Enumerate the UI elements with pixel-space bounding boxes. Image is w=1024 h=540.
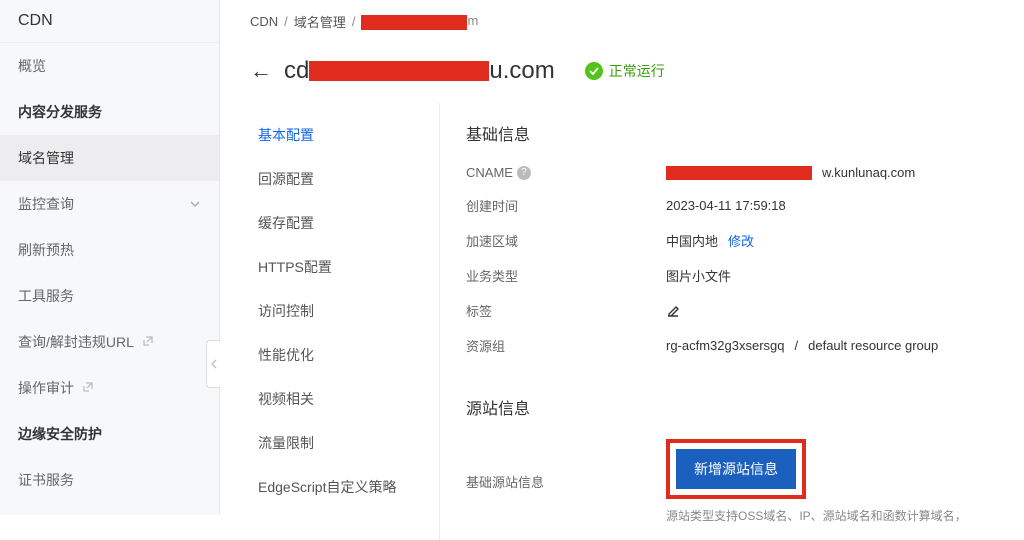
redacted-text — [361, 15, 467, 30]
help-icon[interactable]: ? — [517, 166, 531, 180]
sidebar: CDN 概览 内容分发服务 域名管理 监控查询 刷新预热 工具服务 查询/解封违… — [0, 0, 220, 515]
tab-perf[interactable]: 性能优化 — [250, 333, 439, 377]
page-title: cdu.com — [284, 57, 555, 85]
sidebar-item-tools[interactable]: 工具服务 — [0, 273, 219, 319]
sidebar-item-refresh[interactable]: 刷新预热 — [0, 227, 219, 273]
breadcrumb-current: m — [361, 13, 478, 29]
row-tag: 标签 — [466, 301, 994, 320]
sidebar-item-domain[interactable]: 域名管理 — [0, 135, 219, 181]
product-name: CDN — [0, 0, 219, 43]
tab-traffic[interactable]: 流量限制 — [250, 421, 439, 465]
tab-access[interactable]: 访问控制 — [250, 289, 439, 333]
row-source-basic: 基础源站信息 新增源站信息 源站类型支持OSS域名、IP、源站域名和函数计算域名… — [466, 439, 994, 524]
status-badge: 正常运行 — [585, 61, 665, 81]
row-region: 加速区域 中国内地 修改 — [466, 231, 994, 250]
sidebar-item-overview[interactable]: 概览 — [0, 43, 219, 89]
source-hint: 源站类型支持OSS域名、IP、源站域名和函数计算域名， — [666, 507, 967, 524]
chevron-left-icon — [210, 358, 218, 370]
add-source-button[interactable]: 新增源站信息 — [676, 449, 796, 489]
config-tabs: 基本配置 回源配置 缓存配置 HTTPS配置 访问控制 性能优化 视频相关 流量… — [250, 103, 440, 540]
sidebar-collapse-toggle[interactable] — [206, 340, 220, 388]
sidebar-item-violation-url[interactable]: 查询/解封违规URL — [0, 319, 219, 365]
tab-video[interactable]: 视频相关 — [250, 377, 439, 421]
tab-basic[interactable]: 基本配置 — [250, 113, 439, 157]
main-area: CDN / 域名管理 / m ← cdu.com 正常运行 — [220, 0, 1024, 515]
breadcrumb-cdn[interactable]: CDN — [250, 14, 278, 29]
breadcrumb-domain[interactable]: 域名管理 — [294, 12, 346, 31]
redacted-text — [666, 166, 812, 180]
tab-origin[interactable]: 回源配置 — [250, 157, 439, 201]
highlight-box: 新增源站信息 — [666, 439, 806, 499]
breadcrumb: CDN / 域名管理 / m — [250, 0, 994, 43]
source-info-title: 源站信息 — [466, 395, 994, 419]
sidebar-item-audit[interactable]: 操作审计 — [0, 365, 219, 411]
sidebar-section-security: 边缘安全防护 — [0, 411, 219, 457]
tab-https[interactable]: HTTPS配置 — [250, 245, 439, 289]
edit-icon[interactable] — [666, 304, 680, 318]
sidebar-item-cert[interactable]: 证书服务 — [0, 457, 219, 503]
redacted-text — [309, 61, 489, 81]
row-created: 创建时间 2023-04-11 17:59:18 — [466, 196, 994, 215]
check-circle-icon — [585, 62, 603, 80]
external-link-icon — [142, 335, 154, 347]
external-link-icon — [82, 381, 94, 393]
tab-cache[interactable]: 缓存配置 — [250, 201, 439, 245]
row-cname: CNAME? w.kunlunaq.com — [466, 165, 994, 180]
sidebar-item-monitor[interactable]: 监控查询 — [0, 181, 219, 227]
chevron-down-icon — [189, 198, 201, 210]
basic-info-title: 基础信息 — [466, 121, 994, 145]
sidebar-section-cdn: 内容分发服务 — [0, 89, 219, 135]
back-button[interactable]: ← — [250, 60, 272, 82]
row-resource-group: 资源组 rg-acfm32g3xsersgq / default resourc… — [466, 336, 994, 355]
detail-panel: 基础信息 CNAME? w.kunlunaq.com 创建时间 2023-04-… — [440, 103, 994, 540]
page-header: ← cdu.com 正常运行 — [250, 43, 994, 103]
row-biz: 业务类型 图片小文件 — [466, 266, 994, 285]
modify-region-link[interactable]: 修改 — [728, 231, 754, 250]
tab-edgescript[interactable]: EdgeScript自定义策略 — [250, 465, 439, 509]
